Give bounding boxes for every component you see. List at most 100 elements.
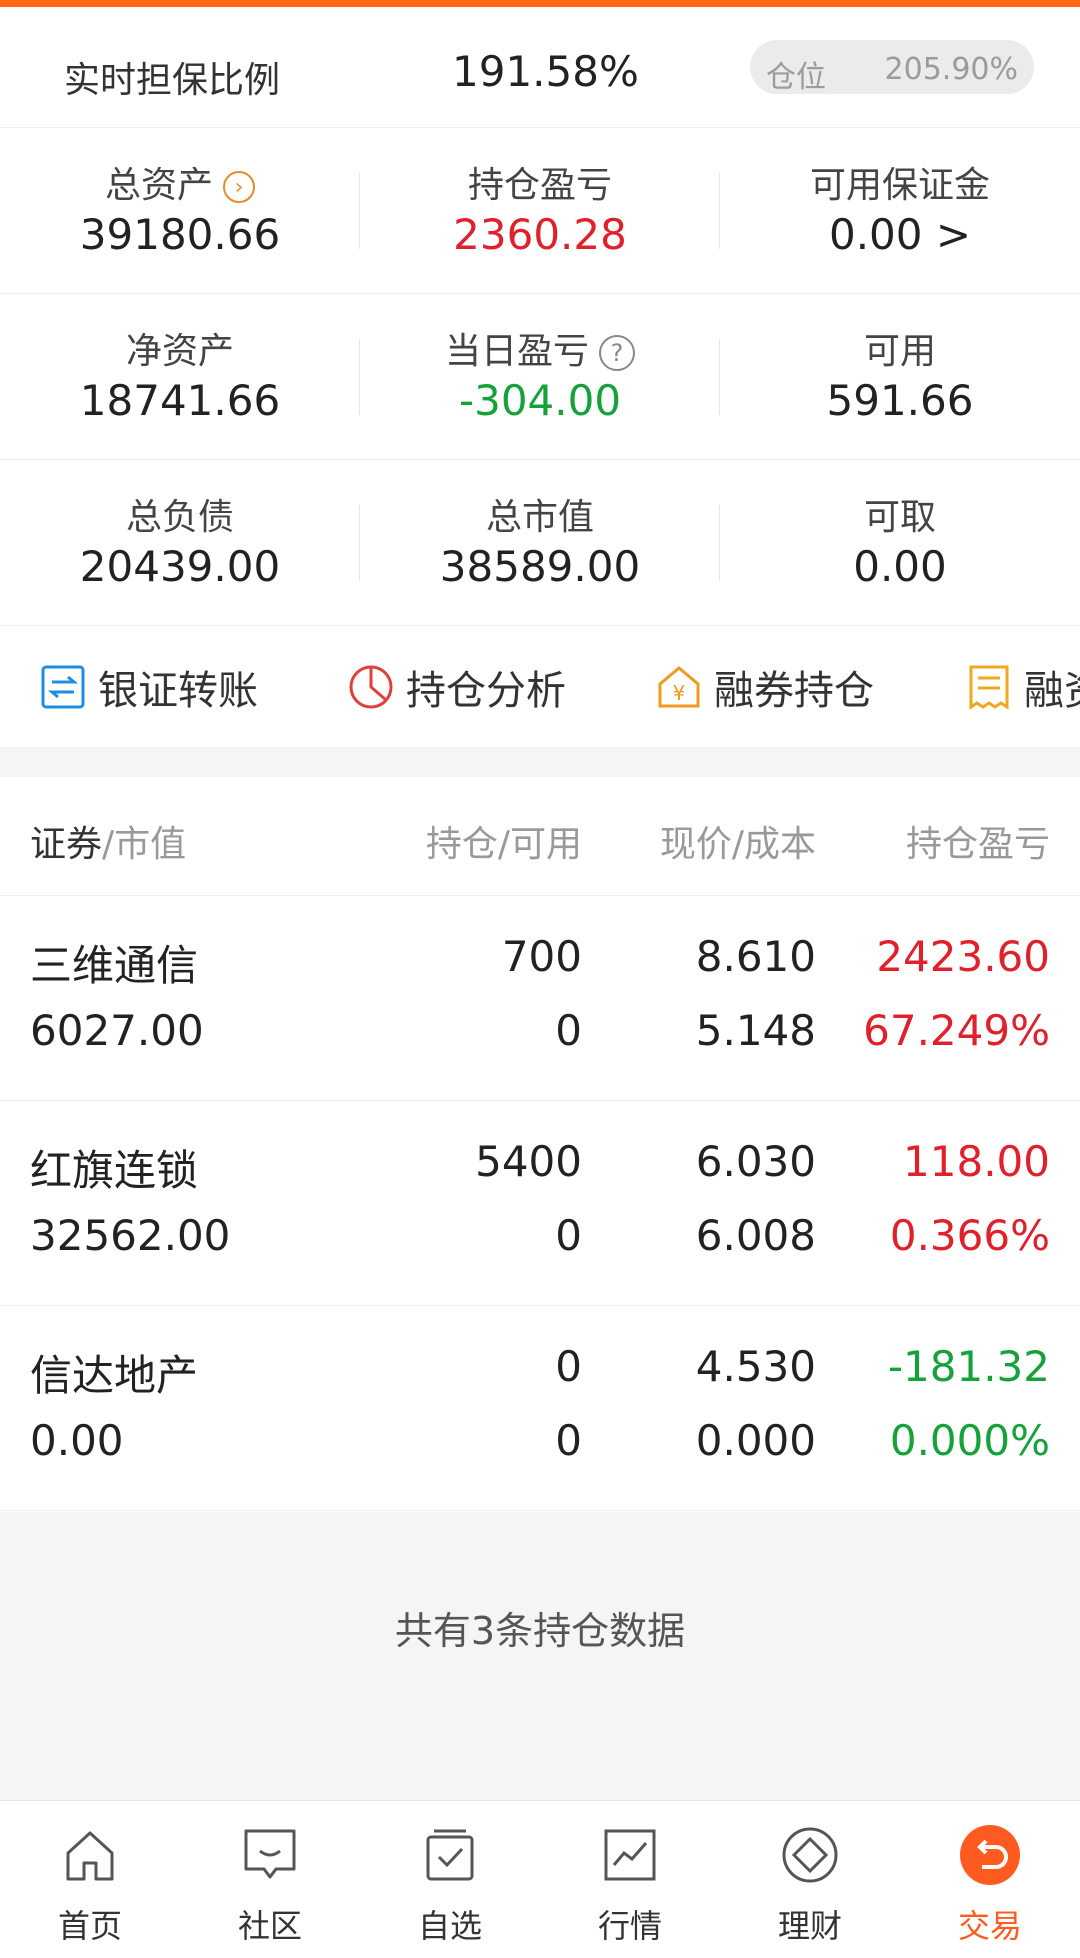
current-price: 8.610: [695, 932, 816, 981]
home-icon: [66, 1831, 114, 1881]
pie-chart-icon: [349, 665, 393, 709]
holding-qty: 0: [555, 1342, 582, 1391]
chart-icon: [604, 1829, 656, 1881]
tab-home[interactable]: 首页: [0, 1801, 180, 1958]
action-label: 融券持仓: [714, 668, 874, 714]
metric-holding-pnl: 持仓盈亏 2360.28: [360, 128, 720, 293]
market-value: 6027.00: [30, 1006, 204, 1055]
ratio-label: 实时担保比例: [64, 60, 281, 101]
transfer-icon: [41, 665, 85, 709]
market-value: 0.00: [30, 1416, 124, 1465]
metric-label: 总负债: [125, 497, 234, 538]
metric-label: 总资产: [104, 165, 213, 206]
action-short-positions[interactable]: ¥ 融券持仓: [656, 659, 874, 715]
top-accent-bar: [0, 0, 1080, 7]
metric-value: 20439.00: [79, 542, 281, 591]
action-label: 融资: [1024, 668, 1080, 714]
metric-total-liabilities: 总负债 20439.00: [0, 460, 360, 625]
metric-label: 净资产: [125, 331, 234, 372]
metric-value[interactable]: 0.00 >: [720, 210, 1080, 259]
holding-pnl: 2423.60: [876, 932, 1050, 981]
table-row[interactable]: 红旗连锁 32562.00 5400 0 6.030 6.008 118.00 …: [0, 1101, 1080, 1306]
tab-label: 理财: [777, 1907, 842, 1945]
security-name: 红旗连锁: [30, 1146, 199, 1195]
holding-pnl-pct: 67.249%: [863, 1006, 1050, 1055]
action-label: 持仓分析: [406, 668, 566, 714]
available-qty: 0: [555, 1211, 582, 1260]
metric-value: 0.00: [853, 542, 947, 591]
holding-pnl: 118.00: [903, 1137, 1050, 1186]
tab-label: 社区: [237, 1907, 302, 1945]
tab-market[interactable]: 行情: [540, 1801, 720, 1958]
trade-icon: [960, 1825, 1020, 1885]
header-price[interactable]: 现价/成本: [660, 815, 816, 867]
quick-actions: 银证转账 持仓分析 ¥ 融券持仓 融资: [0, 627, 1080, 747]
holding-pnl-pct: 0.366%: [889, 1211, 1050, 1260]
metric-value: 39180.66: [79, 210, 281, 259]
holding-qty: 700: [501, 932, 582, 981]
position-label: 仓位: [766, 60, 826, 95]
header-holding[interactable]: 持仓/可用: [426, 815, 582, 867]
holdings-footer: 共有3条持仓数据: [0, 1512, 1080, 1800]
question-circle-icon[interactable]: ?: [599, 335, 635, 371]
metrics-row-2: 净资产 18741.66 当日盈亏? -304.00 可用 591.66: [0, 294, 1080, 460]
header-pnl[interactable]: 持仓盈亏: [906, 815, 1050, 867]
metric-label: 可用保证金: [809, 165, 990, 206]
tab-label: 首页: [57, 1907, 122, 1945]
table-row[interactable]: 信达地产 0.00 0 0 4.530 0.000 -181.32 0.000%: [0, 1306, 1080, 1511]
watchlist-icon: [426, 1829, 474, 1881]
metrics-row-1: 总资产 › 39180.66 持仓盈亏 2360.28 可用保证金 0.00 >: [0, 128, 1080, 294]
action-margin-financing[interactable]: 融资: [966, 659, 1080, 715]
header-security[interactable]: 证券/市值: [30, 815, 186, 867]
metric-label: 当日盈亏: [444, 331, 589, 372]
cost-price: 6.008: [695, 1211, 816, 1260]
current-price: 4.530: [695, 1342, 816, 1391]
metric-value: 2360.28: [453, 210, 627, 259]
market-value: 32562.00: [30, 1211, 231, 1260]
position-value: 205.90%: [884, 52, 1018, 87]
action-label: 银证转账: [98, 668, 258, 714]
tab-label: 自选: [417, 1907, 482, 1945]
tab-trade[interactable]: 交易: [900, 1801, 1080, 1958]
margin-ratio-row: 实时担保比例 191.58% 仓位 205.90%: [0, 7, 1080, 128]
metric-available: 可用 591.66: [720, 294, 1080, 459]
cost-price: 5.148: [695, 1006, 816, 1055]
ratio-value: 191.58%: [452, 47, 639, 96]
available-qty: 0: [555, 1006, 582, 1055]
tab-community[interactable]: 社区: [180, 1801, 360, 1958]
metric-withdrawable: 可取 0.00: [720, 460, 1080, 625]
cost-price: 0.000: [695, 1416, 816, 1465]
table-row[interactable]: 三维通信 6027.00 700 0 8.610 5.148 2423.60 6…: [0, 896, 1080, 1101]
holdings-table-header: 证券/市值 持仓/可用 现价/成本 持仓盈亏: [0, 777, 1080, 896]
metrics-row-3: 总负债 20439.00 总市值 38589.00 可取 0.00: [0, 460, 1080, 626]
action-holding-analysis[interactable]: 持仓分析: [348, 659, 566, 715]
tab-watchlist[interactable]: 自选: [360, 1801, 540, 1958]
metric-total-market-value: 总市值 38589.00: [360, 460, 720, 625]
section-gap: [0, 747, 1080, 777]
action-bank-transfer[interactable]: 银证转账: [40, 659, 258, 715]
receipt-icon: [969, 665, 1009, 710]
yen-house-icon: ¥: [658, 666, 700, 708]
metric-total-assets[interactable]: 总资产 › 39180.66: [0, 128, 360, 293]
metric-net-assets: 净资产 18741.66: [0, 294, 360, 459]
metric-label: 总市值: [485, 497, 594, 538]
chat-icon: [244, 1829, 296, 1879]
metric-value: 18741.66: [79, 376, 281, 425]
metric-label: 持仓盈亏: [467, 165, 612, 206]
security-name: 三维通信: [30, 941, 199, 990]
holding-qty: 5400: [475, 1137, 582, 1186]
metric-value: 591.66: [826, 376, 974, 425]
chevron-right-circle-icon[interactable]: ›: [223, 171, 255, 203]
svg-text:¥: ¥: [673, 681, 686, 705]
metric-available-margin[interactable]: 可用保证金 0.00 >: [720, 128, 1080, 293]
holdings-count: 共有3条持仓数据: [394, 1609, 686, 1653]
position-badge: 仓位 205.90%: [750, 40, 1034, 95]
metric-label: 可取: [863, 497, 936, 538]
metric-daily-pnl: 当日盈亏? -304.00: [360, 294, 720, 459]
available-qty: 0: [555, 1416, 582, 1465]
bottom-tab-bar: 首页 社区 自选 行情 理财 交易: [0, 1800, 1080, 1958]
tab-wealth[interactable]: 理财: [720, 1801, 900, 1958]
tab-label: 行情: [597, 1907, 662, 1945]
metric-value: 38589.00: [439, 542, 641, 591]
holding-pnl: -181.32: [887, 1342, 1050, 1391]
